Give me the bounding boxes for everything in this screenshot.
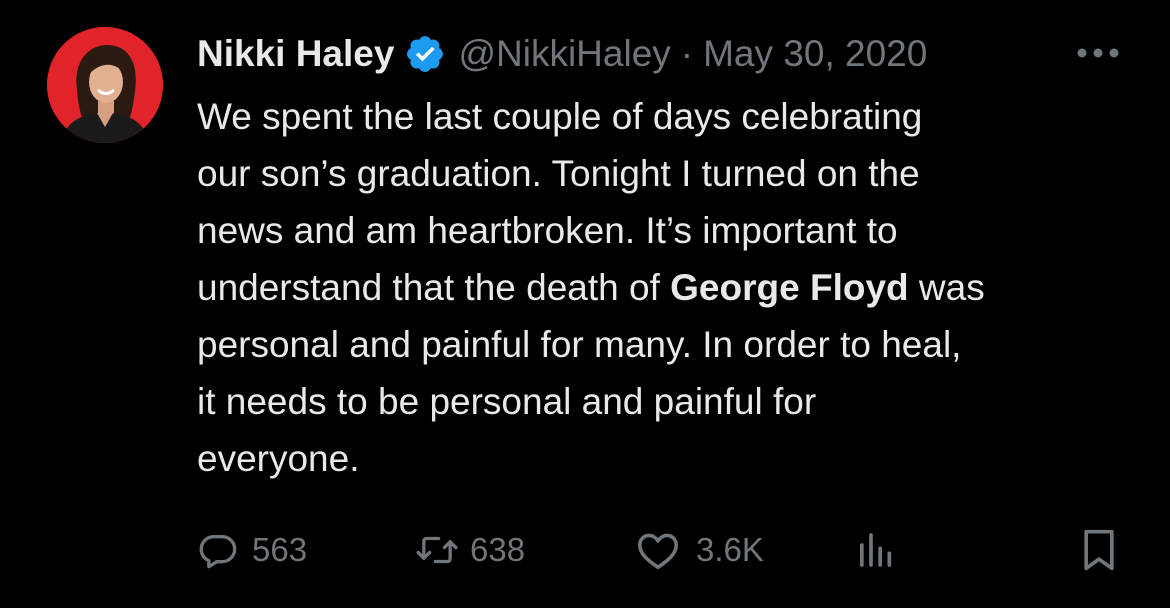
more-icon[interactable] [1074, 40, 1122, 66]
tweet-text-line: personal and painful for many. In order … [197, 316, 1147, 373]
tweet-text-segment: news and am heartbroken. It’s important … [197, 210, 898, 251]
mention-link[interactable]: George Floyd [670, 267, 908, 308]
tweet-text-line: news and am heartbroken. It’s important … [197, 202, 1147, 259]
tweet-header: Nikki Haley @NikkiHaley · May 30, 2020 [197, 26, 1127, 82]
header-separator: · [680, 33, 694, 74]
reply-button[interactable]: 563 [198, 520, 307, 580]
views-button[interactable] [856, 520, 896, 580]
tweet-text-segment: it needs to be personal and painful for [197, 381, 817, 422]
tweet-text-line: it needs to be personal and painful for [197, 373, 1147, 430]
bookmark-button[interactable] [1080, 520, 1118, 580]
retweet-button[interactable]: 638 [414, 520, 525, 580]
tweet-text-segment: our son’s graduation. Tonight I turned o… [197, 153, 920, 194]
action-bar: 563 638 3.6K [0, 520, 1170, 580]
verified-badge-icon [407, 36, 444, 72]
tweet-text-line: our son’s graduation. Tonight I turned o… [197, 145, 1147, 202]
avatar[interactable] [47, 27, 163, 143]
tweet-text-line: everyone. [197, 430, 1147, 487]
tweet-text-segment: was [908, 267, 985, 308]
reply-count: 563 [252, 531, 308, 568]
heart-icon [637, 533, 678, 570]
analytics-icon [860, 533, 892, 567]
tweet-text-line: understand that the death of George Floy… [197, 259, 1147, 316]
tweet-text-segment: understand that the death of [197, 267, 671, 308]
tweet-text-segment: We spent the last couple of days celebra… [197, 96, 923, 137]
author-display-name[interactable]: Nikki Haley [197, 33, 394, 75]
author-handle[interactable]: @NikkiHaley [458, 33, 670, 75]
bookmark-icon [1084, 529, 1114, 571]
tweet-text: We spent the last couple of days celebra… [197, 88, 1147, 487]
retweet-count: 638 [470, 531, 526, 568]
like-button[interactable]: 3.6K [636, 520, 764, 580]
tweet: Nikki Haley @NikkiHaley · May 30, 2020 W… [0, 0, 1170, 608]
retweet-icon [416, 536, 458, 564]
tweet-text-line: We spent the last couple of days celebra… [197, 88, 1147, 145]
avatar-image [47, 27, 163, 143]
tweet-text-segment: personal and painful for many. In order … [197, 324, 962, 365]
like-count: 3.6K [696, 531, 764, 568]
tweet-text-segment: everyone. [197, 438, 360, 479]
tweet-date[interactable]: May 30, 2020 [703, 33, 927, 75]
reply-icon [199, 534, 237, 569]
